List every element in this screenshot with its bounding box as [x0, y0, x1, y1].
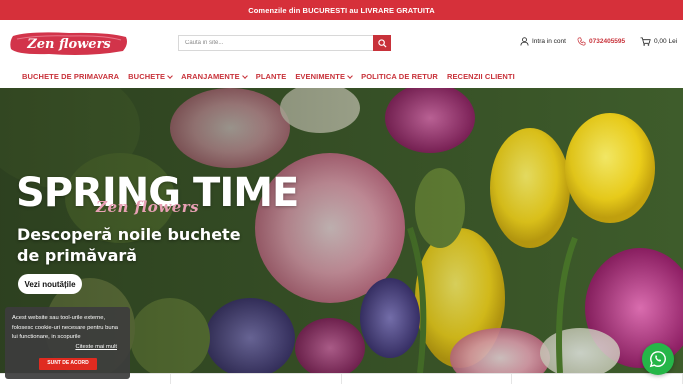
cart-link[interactable]: 0,00 Lei — [640, 35, 677, 47]
nav-item-buchete-primavara[interactable]: BUCHETE DE PRIMAVARA — [22, 72, 119, 81]
site-logo[interactable]: Zen flowers — [9, 30, 129, 57]
cart-total: 0,00 Lei — [654, 37, 678, 45]
search-input[interactable] — [178, 35, 373, 51]
phone-icon — [577, 37, 586, 45]
category-tile[interactable] — [341, 373, 513, 384]
phone-link[interactable]: 0732405595 — [577, 35, 625, 47]
hero-subtitle: Descoperă noile buchete de primăvară — [17, 224, 241, 266]
nav-label: RECENZII CLIENTI — [446, 72, 515, 81]
nav-label: BUCHETE — [128, 72, 166, 81]
chevron-down-icon — [241, 72, 248, 79]
search-button[interactable] — [373, 35, 391, 51]
site-header: Zen flowers Intra in cont 0732405595 — [0, 20, 683, 66]
hero-subtitle-line1: Descoperă noile buchete — [17, 225, 241, 244]
nav-label: EVENIMENTE — [295, 72, 346, 81]
search-bar — [178, 35, 391, 51]
logo-text: Zen flowers — [26, 37, 111, 52]
search-icon — [377, 38, 387, 48]
nav-label: BUCHETE DE PRIMAVARA — [22, 72, 120, 81]
nav-label: POLITICA DE RETUR — [361, 72, 438, 81]
nav-item-buchete[interactable]: BUCHETE — [128, 72, 173, 81]
cart-icon — [640, 36, 651, 46]
whatsapp-icon — [649, 351, 666, 368]
cookie-read-more-link[interactable]: Citeste mai mult — [12, 343, 123, 353]
nav-label: PLANTE — [255, 72, 287, 81]
hero-cta-button[interactable]: Vezi noutățile — [18, 274, 82, 294]
promo-bar: Comenzile din BUCURESTI au LIVRARE GRATU… — [0, 0, 683, 20]
phone-number: 0732405595 — [589, 37, 626, 45]
nav-item-aranjamente[interactable]: ARANJAMENTE — [181, 72, 248, 81]
nav-item-recenzii[interactable]: RECENZII CLIENTI — [447, 72, 515, 81]
user-icon — [520, 36, 529, 46]
nav-item-evenimente[interactable]: EVENIMENTE — [295, 72, 353, 81]
nav-item-politica-retur[interactable]: POLITICA DE RETUR — [361, 72, 438, 81]
cookie-text: Acest website sau tool-urile externe, fo… — [12, 315, 119, 340]
whatsapp-button[interactable] — [642, 343, 674, 375]
hero-subtitle-line2: de primăvară — [17, 246, 138, 265]
promo-text: Comenzile din BUCURESTI au LIVRARE GRATU… — [248, 5, 435, 15]
cookie-accept-button[interactable]: SUNT DE ACORD — [39, 358, 97, 370]
account-label: Intra in cont — [532, 37, 566, 45]
main-nav: BUCHETE DE PRIMAVARA BUCHETE ARANJAMENTE… — [0, 66, 683, 87]
chevron-down-icon — [347, 72, 353, 79]
category-tile[interactable] — [170, 373, 342, 384]
account-link[interactable]: Intra in cont — [520, 35, 566, 47]
nav-label: ARANJAMENTE — [181, 72, 240, 81]
nav-item-plante[interactable]: PLANTE — [256, 72, 287, 81]
hero-logo-script: Zen flowers — [96, 198, 200, 216]
cookie-banner: Acest website sau tool-urile externe, fo… — [5, 307, 130, 379]
chevron-down-icon — [167, 72, 173, 79]
